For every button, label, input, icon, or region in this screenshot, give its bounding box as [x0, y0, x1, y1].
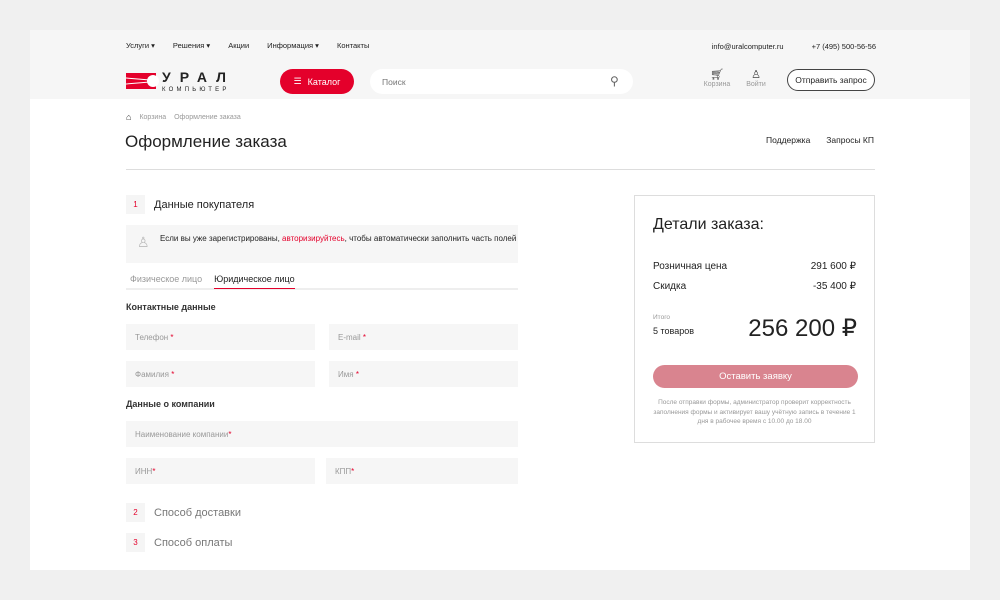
home-icon[interactable]: ⌂: [126, 112, 131, 122]
login-hint: ♙ Если вы уже зарегистрированы, авторизи…: [126, 225, 518, 263]
svg-text:УРАЛ: УРАЛ: [162, 70, 235, 85]
support-link[interactable]: Поддержка: [766, 135, 810, 145]
tab-legal-entity[interactable]: Юридическое лицо: [214, 274, 295, 289]
step-payment[interactable]: 3 Способ оплаты: [126, 533, 232, 552]
nav-contacts[interactable]: Контакты: [337, 41, 369, 50]
total-price: 256 200 ₽: [748, 315, 857, 342]
breadcrumb: ⌂ Корзина Оформление заказа: [126, 112, 241, 122]
nav-services[interactable]: Услуги ▾: [126, 41, 155, 50]
buyer-type-tabs: Физическое лицо Юридическое лицо: [126, 274, 518, 290]
discount: -35 400 ₽: [812, 281, 856, 292]
search-input[interactable]: [370, 69, 633, 94]
submit-note: После отправки формы, администратор пров…: [653, 399, 856, 425]
login-link[interactable]: авторизируйтесь: [282, 234, 345, 243]
company-name-field[interactable]: Наименование компании *: [126, 421, 518, 447]
divider: [126, 169, 875, 170]
nav-info[interactable]: Информация ▾: [267, 41, 319, 50]
svg-text:КОМПЬЮТЕР: КОМПЬЮТЕР: [162, 87, 230, 92]
quotes-link[interactable]: Запросы КП: [826, 135, 874, 145]
breadcrumb-cart[interactable]: Корзина: [139, 114, 166, 121]
menu-icon: ☰: [293, 76, 302, 86]
page-title: Оформление заказа: [125, 132, 287, 151]
retail-price: 291 600 ₽: [810, 261, 856, 272]
cart-button[interactable]: 🛒︎ Корзина: [702, 68, 732, 88]
inn-field[interactable]: ИНН *: [126, 458, 315, 484]
email-field[interactable]: E-mail *: [329, 324, 518, 350]
top-nav: Услуги ▾ Решения ▾ Акции Информация ▾ Ко…: [126, 41, 369, 50]
nav-solutions[interactable]: Решения ▾: [173, 41, 210, 50]
company-section-title: Данные о компании: [126, 399, 215, 409]
email-link[interactable]: info@uralcomputer.ru: [712, 42, 784, 51]
order-title: Детали заказа:: [653, 216, 764, 233]
contact-section-title: Контактные данные: [126, 302, 216, 312]
kpp-field[interactable]: КПП *: [326, 458, 518, 484]
submit-order-button[interactable]: Оставить заявку: [653, 365, 858, 388]
step-delivery[interactable]: 2 Способ доставки: [126, 503, 241, 522]
phone-link[interactable]: +7 (495) 500-56-56: [812, 42, 876, 51]
name-field[interactable]: Имя *: [329, 361, 518, 387]
order-summary: Детали заказа: Розничная цена 291 600 ₽ С…: [634, 195, 875, 443]
surname-field[interactable]: Фамилия *: [126, 361, 315, 387]
nav-promos[interactable]: Акции: [228, 41, 249, 50]
breadcrumb-current: Оформление заказа: [174, 113, 241, 121]
phone-field[interactable]: Телефон *: [126, 324, 315, 350]
logo[interactable]: УРАЛ КОМПЬЮТЕР: [125, 69, 268, 97]
login-button[interactable]: ♙ Войти: [741, 68, 771, 88]
step-buyer: 1 Данные покупателя: [126, 195, 254, 214]
send-request-button[interactable]: Отправить запрос: [787, 69, 875, 91]
cart-icon: 🛒︎: [710, 69, 724, 81]
item-count: 5 товаров: [653, 326, 695, 336]
user-icon: ♙: [137, 234, 150, 250]
page: Услуги ▾ Решения ▾ Акции Информация ▾ Ко…: [30, 30, 970, 570]
tab-individual[interactable]: Физическое лицо: [130, 274, 202, 288]
user-icon: ♙: [751, 69, 761, 81]
catalog-button[interactable]: ☰ Каталог: [280, 69, 354, 94]
header: Услуги ▾ Решения ▾ Акции Информация ▾ Ко…: [30, 30, 970, 99]
search-icon[interactable]: ⚲: [610, 74, 619, 88]
